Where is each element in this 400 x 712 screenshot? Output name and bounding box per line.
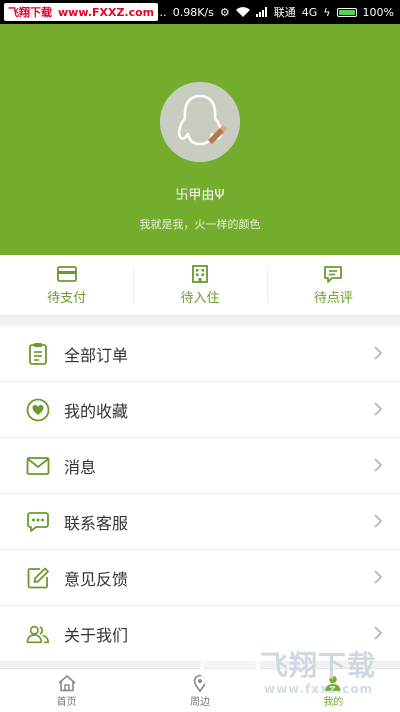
menu-item-messages[interactable]: 消息 [0, 438, 400, 494]
download-site-badge: 飞翔下载 www.FXXZ.com [4, 3, 159, 21]
menu-item-customer-service[interactable]: 联系客服 [0, 494, 400, 550]
more-dots-icon: … [155, 5, 167, 19]
menu-item-label: 我的收藏 [64, 401, 129, 421]
menu-item-label: 关于我们 [64, 625, 129, 645]
order-status-pending-checkin[interactable]: 待入住 [133, 255, 266, 315]
network-type: 4G [301, 5, 318, 19]
signal-icon [255, 7, 267, 17]
menu-item-label: 消息 [64, 457, 97, 477]
menu-item-feedback[interactable]: 意见反馈 [0, 550, 400, 606]
menu-item-label: 全部订单 [64, 345, 129, 365]
chevron-right-icon [374, 626, 383, 640]
account-menu: 全部订单 我的收藏 消息 联系客服 意见反馈 关于我们 [0, 326, 400, 662]
tab-label: 我的 [323, 696, 344, 708]
location-icon [193, 674, 207, 692]
site-url: www.FXXZ.com [58, 5, 155, 19]
menu-item-label: 联系客服 [64, 513, 129, 533]
person-icon [325, 675, 341, 691]
comment-icon [324, 266, 343, 283]
tab-mine[interactable]: 我的 [267, 669, 400, 712]
qq-penguin-avatar-icon [160, 82, 240, 162]
chevron-right-icon [374, 458, 383, 472]
user-nickname: 卐甲由Ψ [175, 188, 225, 203]
chat-icon [26, 510, 50, 534]
carrier-name: 联通 [273, 6, 296, 19]
tab-label: 周边 [189, 696, 210, 708]
order-status-label: 待入住 [180, 291, 220, 306]
chevron-right-icon [374, 514, 383, 528]
mail-icon [26, 454, 50, 478]
site-brand: 飞翔下载 [8, 6, 52, 19]
order-status-label: 待支付 [47, 291, 87, 306]
building-icon [192, 265, 208, 283]
wifi-icon [235, 6, 250, 17]
tab-home[interactable]: 首页 [0, 669, 133, 712]
users-icon [26, 622, 50, 646]
heart-icon [26, 398, 50, 422]
alarm-icon: ⚙ [219, 5, 230, 19]
chevron-right-icon [374, 346, 383, 360]
network-speed: 0.98K/s [172, 5, 214, 19]
menu-item-favorites[interactable]: 我的收藏 [0, 382, 400, 438]
chevron-right-icon [374, 402, 383, 416]
order-status-pending-review[interactable]: 待点评 [266, 255, 400, 315]
user-signature: 我就是我，火一样的颜色 [139, 218, 261, 231]
menu-item-label: 意见反馈 [64, 569, 129, 589]
order-status-label: 待点评 [313, 291, 353, 306]
avatar[interactable] [160, 82, 240, 162]
bottom-tab-bar: 首页 周边 我的 [0, 668, 400, 712]
card-icon [56, 266, 77, 282]
chevron-right-icon [374, 570, 383, 584]
order-status-bar: 待支付 待入住 待点评 [0, 255, 400, 316]
status-indicators: … 0.98K/s ⚙ 联通 4G ϟ 100% [156, 0, 394, 24]
clipboard-icon [26, 342, 50, 366]
charging-icon: ϟ [323, 5, 331, 19]
edit-icon [26, 566, 50, 590]
battery-icon [336, 7, 357, 17]
tab-nearby[interactable]: 周边 [133, 669, 266, 712]
tab-label: 首页 [56, 696, 77, 708]
home-icon [58, 674, 76, 691]
status-bar: 飞翔下载 www.FXXZ.com … 0.98K/s ⚙ 联通 4G ϟ 10… [0, 0, 400, 24]
order-status-pending-payment[interactable]: 待支付 [0, 255, 133, 315]
profile-header: 卐甲由Ψ 我就是我，火一样的颜色 [0, 24, 400, 255]
menu-item-about-us[interactable]: 关于我们 [0, 606, 400, 662]
menu-item-all-orders[interactable]: 全部订单 [0, 326, 400, 382]
battery-percent: 100% [362, 5, 394, 19]
